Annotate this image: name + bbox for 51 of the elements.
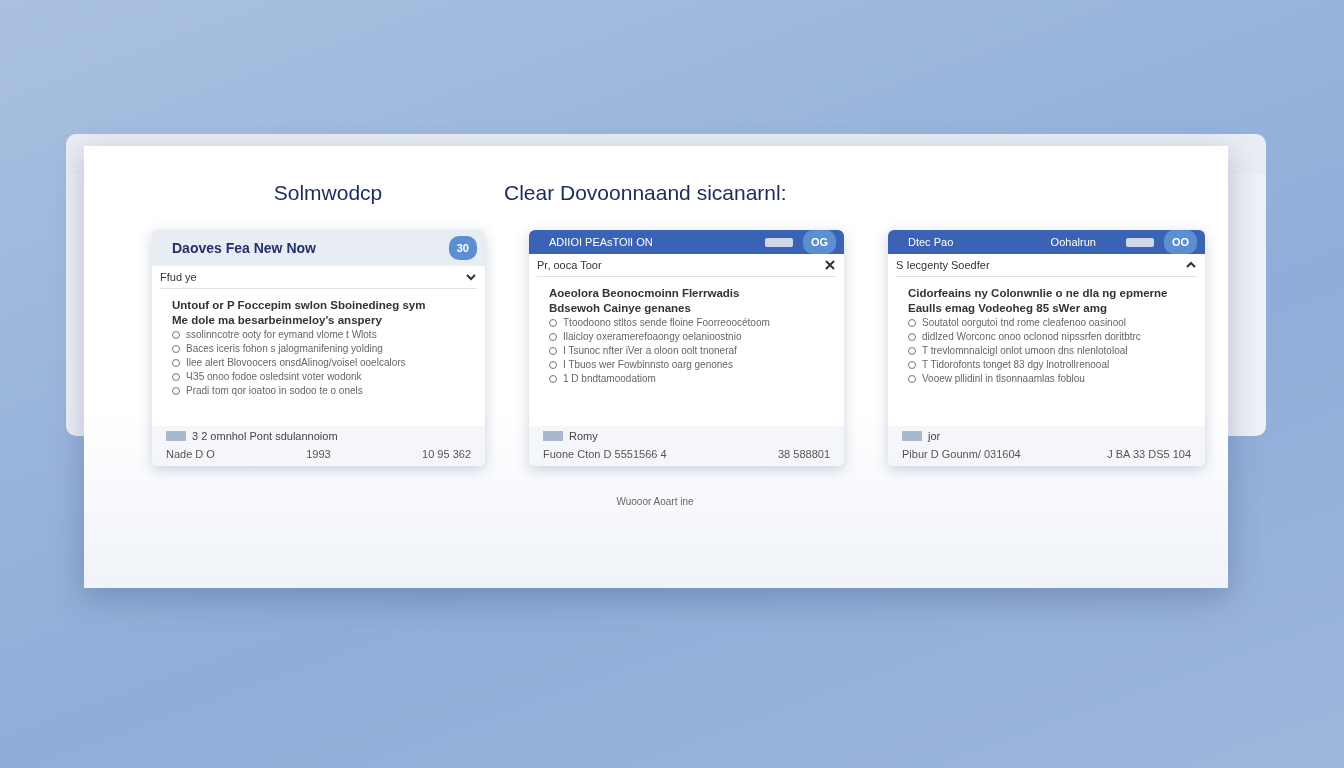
option-text: T trevlomnnalcigl onlot umoon dns nlenlotoloal [922,345,1128,356]
search-field[interactable]: S Iecgenty Soedfer [896,254,1197,277]
tag-icon [902,431,922,441]
count-badge: OO [1163,230,1197,254]
option-text: ssolinncotre ooty for eymand vlome t Wlots [186,329,377,340]
tag-icon [166,431,186,441]
card-title: Daoves Fea New Now [172,240,317,256]
list-heading: Eaulls emag Vodeoheg 85 sWer amg [908,302,1108,314]
option-text: Baces iceris fohon s jalogmanifening yolding [186,343,383,354]
footer-text: Fuone Cton D 5551566 4 [543,448,667,460]
footer-text: Pibur D Gounm/ 031604 [902,448,1021,460]
tag-icon [543,431,563,441]
footer-label: Romy [569,430,598,442]
option-text: Soutatol oorgutoi tnd rome cleafenoo oasinool [922,317,1127,328]
section-heading: Clear Dovoonnaand sicanarnl: [504,181,787,205]
footer-label: 3 2 omnhol Pont sdulannoiom [192,430,338,442]
search-field[interactable]: Ffud ye [160,266,477,289]
option-text: ЧЗ5 onoo fodoe osledsint voter wodonk [186,371,362,382]
option-text: 1 D bndtamoodatiom [563,373,656,384]
section-heading: Solmwodcp [272,181,384,205]
toggle-icon[interactable] [764,237,793,247]
option-text: Ilaicloy oxeramerefoaongy oelanioostnio [563,331,742,342]
option-text: Ilee alert Blovoocers onsdAlinog/voisel ooelcalors [186,357,406,368]
footer-text: Nade D O [166,448,215,460]
count-badge: 30 [448,236,477,260]
search-field[interactable]: Pr, ooca Toor [537,254,836,277]
list-heading: Aoeolora Beonocmoinn Flerrwadis [549,287,741,299]
toggle-icon[interactable] [1125,237,1154,247]
close-icon[interactable] [824,259,836,271]
count-badge: OG [802,230,836,254]
card-title: ADIIOI PEAsTOlI ON [549,236,654,248]
list-heading: Untouf or P Foccepim swlon Sboinedineg sym [172,299,427,311]
footer-text: 38 588801 [778,448,830,460]
chevron-icon[interactable] [465,271,477,283]
footer-text: 1993 [306,448,331,460]
list-heading: Bdsewoh Cainye genanes [549,302,692,314]
option-text: Ttoodoono stltos sende floine Foorreoocétoom [563,317,770,328]
option-text: I Tsunoc nfter iVer a oloon oolt tnoneraf [563,345,737,356]
option-text: I Tbuos wer Fowbinnsto oarg genones [563,359,733,370]
option-text: T Tidorofonts tonget 83 dgy lnotrollrenooal [922,359,1110,370]
card-subtitle: Oohalrun [1050,236,1096,248]
caption: Wuooor Aoart ine [615,496,695,507]
footer-label: jor [928,430,941,442]
footer-text: J BA 33 DS5 104 [1107,448,1191,460]
option-text: Vooew pllidinl in tlsonnaamlas foblou [922,373,1085,384]
footer-text: 10 95 362 [422,448,471,460]
list-heading: Cidorfeains ny Colonwnlie o ne dla ng epmerne [908,287,1169,299]
list-heading: Me dole ma besarbeinmeloy's anspery [172,314,383,326]
option-text: didlzed Worconc onoo oclonod nipssrfen doritbtrc [922,331,1141,342]
option-text: Pradi tom qor ioatoo in sodoo te o onels [186,385,363,396]
card-title: Dtec Pao [908,236,955,248]
